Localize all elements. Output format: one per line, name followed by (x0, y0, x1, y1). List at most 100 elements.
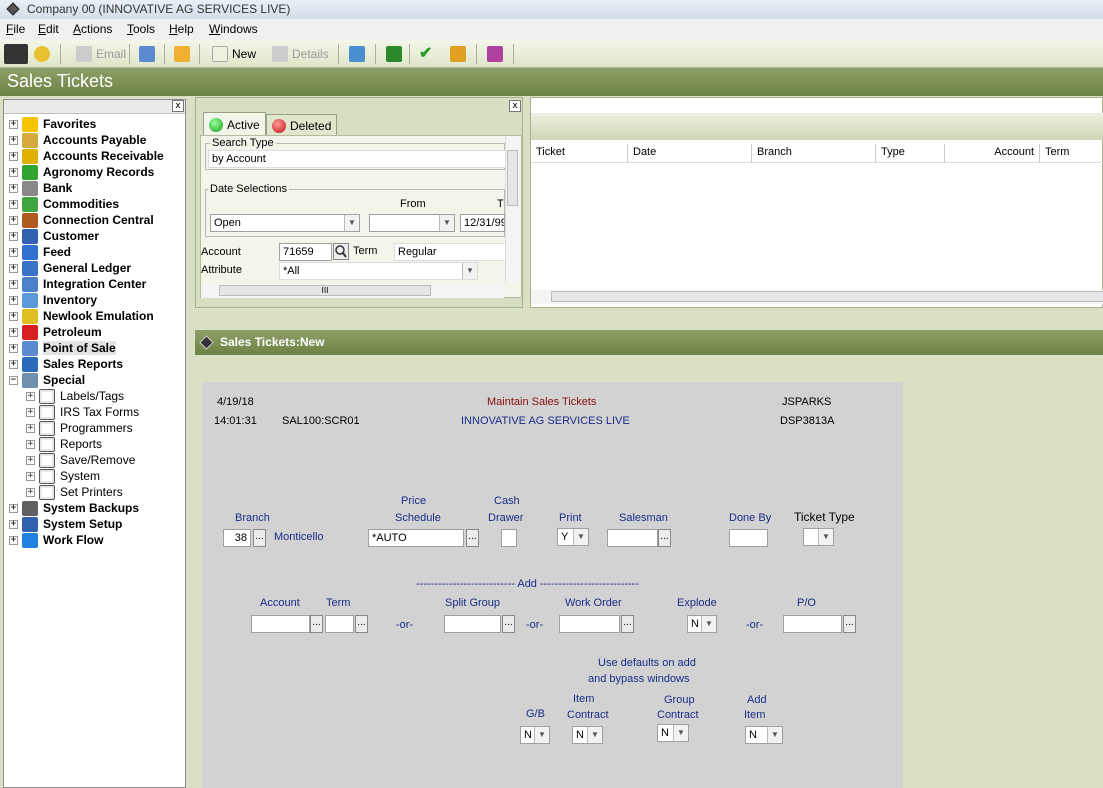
done-by-field[interactable] (729, 529, 768, 547)
po-lookup-button[interactable]: ... (843, 615, 856, 633)
col-branch[interactable]: Branch (752, 144, 876, 162)
add-account-lookup-button[interactable]: ... (310, 615, 323, 633)
money-button[interactable] (386, 44, 402, 64)
expand-icon[interactable]: + (9, 327, 18, 337)
expand-icon[interactable]: + (9, 119, 18, 129)
branch-lookup-button[interactable]: ... (253, 529, 266, 547)
col-date[interactable]: Date (628, 144, 752, 162)
collapse-icon[interactable]: − (9, 375, 18, 385)
col-ticket[interactable]: Ticket (531, 144, 628, 162)
po-field[interactable] (783, 615, 842, 633)
tab-active[interactable]: Active (203, 112, 266, 136)
add-term-lookup-button[interactable]: ... (355, 615, 368, 633)
price-schedule-field[interactable]: *AUTO (368, 529, 464, 547)
term-field[interactable]: Regular (394, 243, 506, 261)
tree-item[interactable]: + Customer (9, 228, 99, 244)
search-type-value[interactable]: by Account (208, 150, 508, 168)
col-account[interactable]: Account (945, 144, 1040, 162)
expand-icon[interactable]: + (9, 199, 18, 209)
tree-child-item[interactable]: + Labels/Tags (26, 388, 124, 404)
menu-tools[interactable]: Tools (127, 22, 155, 36)
expand-icon[interactable]: + (9, 519, 18, 529)
approve-button[interactable]: ✔ (419, 44, 435, 64)
tree-item[interactable]: + Favorites (9, 116, 96, 132)
expand-icon[interactable]: + (9, 151, 18, 161)
expand-icon[interactable]: + (9, 231, 18, 241)
scroll-grip[interactable]: III (219, 285, 431, 296)
expand-icon[interactable]: + (9, 263, 18, 273)
tree-item[interactable]: + Inventory (9, 292, 97, 308)
tree-child-item[interactable]: + Set Printers (26, 484, 123, 500)
tree-item[interactable]: + Work Flow (9, 532, 103, 548)
print-button[interactable] (139, 44, 155, 64)
tree-child-item[interactable]: + System (26, 468, 100, 484)
tree-item[interactable]: + System Setup (9, 516, 122, 532)
expand-icon[interactable]: + (9, 279, 18, 289)
add-item-select[interactable]: N ▼ (745, 726, 783, 744)
scroll-thumb[interactable] (507, 150, 518, 206)
expand-icon[interactable]: + (26, 487, 35, 497)
expand-icon[interactable]: + (9, 359, 18, 369)
tree-child-item[interactable]: + Save/Remove (26, 452, 135, 468)
expand-icon[interactable]: + (9, 167, 18, 177)
price-schedule-lookup-button[interactable]: ... (466, 529, 479, 547)
add-term-field[interactable] (325, 615, 354, 633)
branch-field[interactable]: 38 (223, 529, 251, 547)
tree-item[interactable]: + General Ledger (9, 260, 131, 276)
split-group-field[interactable] (444, 615, 501, 633)
explode-select[interactable]: N ▼ (687, 615, 717, 633)
tree-item[interactable]: + Bank (9, 180, 72, 196)
expand-icon[interactable]: + (26, 471, 35, 481)
date-mode-select[interactable]: Open ▼ (210, 214, 360, 232)
col-type[interactable]: Type (876, 144, 945, 162)
group-contract-select[interactable]: N ▼ (657, 724, 689, 742)
menu-file[interactable]: File (6, 22, 25, 36)
salesman-lookup-button[interactable]: ... (658, 529, 671, 547)
magnifier-icon[interactable] (333, 243, 349, 260)
new-button[interactable]: New (212, 44, 256, 64)
details-button[interactable]: Details (272, 44, 329, 64)
lock-button[interactable] (450, 44, 466, 64)
expand-icon[interactable]: + (9, 343, 18, 353)
expand-icon[interactable]: + (9, 295, 18, 305)
tree-item[interactable]: + Petroleum (9, 324, 102, 340)
building-button[interactable] (4, 44, 28, 64)
search-close-button[interactable]: x (509, 100, 521, 112)
salesman-field[interactable] (607, 529, 658, 547)
tab-deleted[interactable]: Deleted (266, 114, 338, 136)
account-field[interactable]: 71659 (279, 243, 332, 261)
tree-item[interactable]: + Feed (9, 244, 71, 260)
work-order-lookup-button[interactable]: ... (621, 615, 634, 633)
tree-child-item[interactable]: + Reports (26, 436, 102, 452)
attribute-select[interactable]: *All ▼ (279, 262, 478, 280)
expand-icon[interactable]: + (9, 215, 18, 225)
horizontal-scrollbar[interactable]: III (201, 284, 504, 298)
expand-icon[interactable]: + (9, 135, 18, 145)
from-date-select[interactable]: ▼ (369, 214, 455, 232)
gb-select[interactable]: N ▼ (520, 726, 550, 744)
split-group-lookup-button[interactable]: ... (502, 615, 515, 633)
cash-drawer-field[interactable] (501, 529, 517, 547)
tree-item[interactable]: + Commodities (9, 196, 119, 212)
tree-item[interactable]: − Special (9, 372, 85, 388)
expand-icon[interactable]: + (26, 439, 35, 449)
tree-item[interactable]: + System Backups (9, 500, 139, 516)
add-account-field[interactable] (251, 615, 310, 633)
tree-item[interactable]: + Accounts Receivable (9, 148, 164, 164)
tree-child-item[interactable]: + IRS Tax Forms (26, 404, 139, 420)
tree-item[interactable]: + Integration Center (9, 276, 146, 292)
work-order-field[interactable] (559, 615, 620, 633)
expand-icon[interactable]: + (26, 455, 35, 465)
expand-icon[interactable]: + (9, 311, 18, 321)
ticket-type-select[interactable]: ▼ (803, 528, 834, 546)
menu-windows[interactable]: Windows (209, 22, 258, 36)
tree-child-item[interactable]: + Programmers (26, 420, 133, 436)
notes-button[interactable] (487, 44, 503, 64)
tree-item[interactable]: + Sales Reports (9, 356, 123, 372)
message-button[interactable] (349, 44, 365, 64)
vertical-scrollbar[interactable] (505, 136, 519, 282)
expand-icon[interactable]: + (9, 503, 18, 513)
expand-icon[interactable]: + (9, 535, 18, 545)
menu-edit[interactable]: Edit (38, 22, 59, 36)
tree-item[interactable]: + Agronomy Records (9, 164, 154, 180)
